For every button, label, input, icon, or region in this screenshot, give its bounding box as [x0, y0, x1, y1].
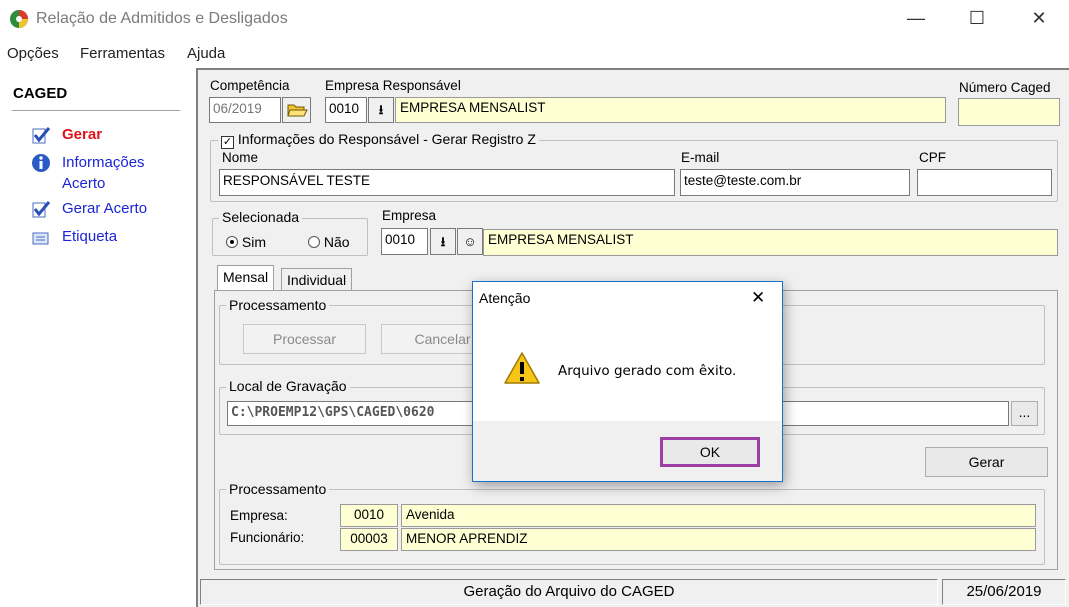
empresa-search-button[interactable]: ☺ [457, 228, 483, 255]
selecionada-title: Selecionada [219, 209, 303, 225]
radio-sim[interactable]: Sim [226, 234, 266, 250]
empresa-responsavel-code[interactable]: 0010 [325, 97, 367, 123]
app-logo-icon [10, 10, 28, 28]
folder-icon [286, 104, 308, 117]
menu-ajuda[interactable]: Ajuda [187, 45, 225, 62]
radio-sim-label: Sim [241, 234, 267, 250]
numero-caged-label: Número Caged [959, 80, 1051, 95]
warning-icon [504, 352, 540, 384]
empresa-status-label: Empresa: [230, 508, 288, 523]
empresa-label: Empresa [382, 208, 437, 223]
competencia-field[interactable]: 06/2019 [209, 97, 281, 123]
radio-nao-label: Não [323, 234, 350, 250]
cpf-field[interactable] [917, 169, 1052, 196]
status-date: 25/06/2019 [942, 579, 1066, 605]
tab-individual[interactable]: Individual [281, 268, 353, 291]
local-gravacao-title: Local de Gravação [226, 378, 350, 394]
empresa-code-field[interactable]: 0010 [381, 228, 428, 255]
tab-mensal[interactable]: Mensal [217, 265, 275, 291]
funcionario-status-name: MENOR APRENDIZ [401, 528, 1036, 551]
nome-label: Nome [222, 150, 259, 165]
email-label: E-mail [681, 150, 720, 165]
download-arrow-icon: ⭳ [440, 234, 446, 249]
sidebar-item-gerar-acerto[interactable]: Gerar Acerto [62, 200, 147, 217]
email-field[interactable]: teste@teste.com.br [680, 169, 910, 196]
info-responsavel-checkbox[interactable]: ✓ [221, 136, 234, 149]
empresa-dropdown-button[interactable]: ⭳ [430, 228, 456, 255]
open-folder-button[interactable] [282, 97, 311, 123]
info-responsavel-label: Informações do Responsável - Gerar Regis… [237, 131, 536, 147]
empresa-responsavel-label: Empresa Responsável [325, 78, 461, 93]
info-responsavel-title: ✓ Informações do Responsável - Gerar Reg… [218, 131, 539, 149]
checkmark-doc-icon [32, 127, 51, 144]
menu-ferramentas[interactable]: Ferramentas [80, 45, 165, 62]
sidebar-title: CAGED [13, 85, 68, 102]
cpf-label: CPF [919, 150, 946, 165]
processamento-status-group [219, 489, 1045, 565]
sidebar-item-acerto[interactable]: Acerto [62, 175, 105, 192]
status-message: Geração do Arquivo do CAGED [200, 579, 938, 605]
browse-button[interactable]: ... [1011, 401, 1038, 426]
processamento-status-title: Processamento [226, 481, 330, 497]
sidebar-item-informacoes[interactable]: Informações [62, 154, 145, 171]
empresa-responsavel-dropdown-button[interactable]: ⭳ [368, 97, 394, 123]
sidebar [0, 66, 196, 607]
dialog-close-button[interactable]: ✕ [751, 288, 765, 308]
numero-caged-field[interactable] [958, 98, 1060, 126]
empresa-responsavel-name: EMPRESA MENSALIST [395, 97, 946, 123]
sidebar-item-etiqueta[interactable]: Etiqueta [62, 228, 117, 245]
dialog-title: Atenção [479, 290, 531, 306]
radio-nao[interactable]: Não [308, 234, 350, 250]
person-search-icon: ☺ [463, 234, 477, 249]
checkmark-doc-icon [32, 201, 51, 218]
dialog-message: Arquivo gerado com êxito. [558, 363, 737, 379]
radio-nao-circle[interactable] [308, 236, 320, 248]
minimize-button[interactable]: — [906, 8, 926, 28]
download-arrow-icon: ⭳ [378, 102, 384, 117]
status-bar: Geração do Arquivo do CAGED 25/06/2019 [198, 577, 1069, 607]
processamento-title: Processamento [226, 297, 330, 313]
ok-button[interactable]: OK [660, 437, 760, 467]
close-button[interactable]: ✕ [1029, 8, 1049, 28]
info-icon [32, 154, 50, 172]
radio-sim-circle[interactable] [226, 236, 238, 248]
sidebar-item-gerar[interactable]: Gerar [62, 126, 102, 143]
nome-field[interactable]: RESPONSÁVEL TESTE [219, 169, 675, 196]
gerar-button[interactable]: Gerar [925, 447, 1048, 477]
menu-opcoes[interactable]: Opções [7, 45, 59, 62]
maximize-button[interactable]: ☐ [967, 8, 987, 28]
window-title: Relação de Admitidos e Desligados [36, 10, 288, 27]
title-bar: Relação de Admitidos e Desligados — ☐ ✕ [0, 0, 1069, 40]
empresa-name-field: EMPRESA MENSALIST [483, 229, 1058, 256]
alert-dialog: Atenção ✕ Arquivo gerado com êxito. OK [472, 281, 783, 482]
sidebar-divider [12, 110, 180, 111]
label-icon [32, 232, 49, 245]
empresa-status-code: 0010 [340, 504, 398, 527]
empresa-status-name: Avenida [401, 504, 1036, 527]
processar-button[interactable]: Processar [243, 324, 366, 354]
competencia-label: Competência [210, 78, 290, 93]
funcionario-status-code: 00003 [340, 528, 398, 551]
funcionario-status-label: Funcionário: [230, 530, 305, 545]
